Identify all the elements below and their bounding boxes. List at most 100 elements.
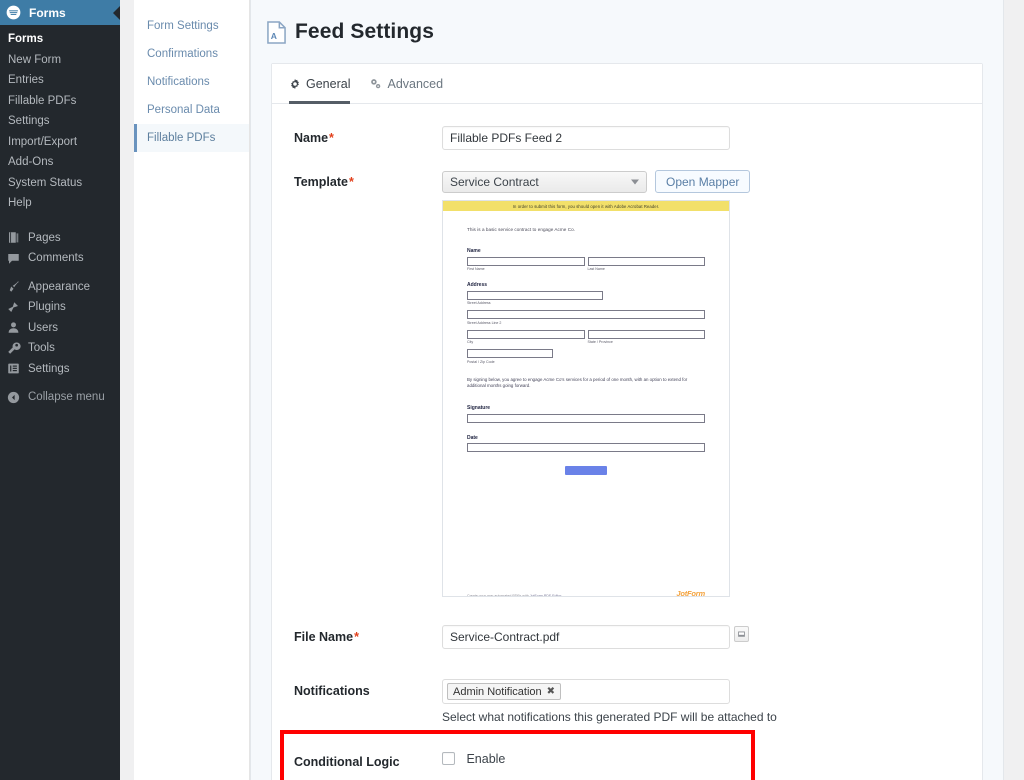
notification-chip[interactable]: Admin Notification ✖ bbox=[447, 683, 562, 700]
main-content: A Feed Settings General Advanced Name* F… bbox=[250, 0, 1004, 780]
conditional-logic-checkbox-label: Enable bbox=[466, 751, 506, 766]
pdf-input-box bbox=[467, 413, 705, 423]
feed-subnav: Form Settings Confirmations Notification… bbox=[134, 0, 250, 780]
subnav-item-personal-data[interactable]: Personal Data bbox=[134, 96, 249, 124]
chip-label: Admin Notification bbox=[453, 685, 542, 698]
field-row-conditional-logic: Conditional Logic Enable bbox=[272, 750, 982, 769]
collapse-arrow-icon bbox=[7, 391, 20, 403]
subnav-item-form-settings[interactable]: Form Settings bbox=[134, 12, 249, 40]
sidebar-item-comments[interactable]: Comments bbox=[0, 248, 120, 269]
sidebar-divider bbox=[0, 220, 120, 228]
pdf-footer-text: Create your own automated PDFs with JotF… bbox=[467, 594, 562, 597]
sidebar-item-help[interactable]: Help bbox=[0, 193, 120, 214]
subnav-item-label: Confirmations bbox=[147, 48, 218, 60]
sidebar-item-tools[interactable]: Tools bbox=[0, 338, 120, 359]
sidebar-item-import-export[interactable]: Import/Export bbox=[0, 132, 120, 153]
chevron-down-icon bbox=[631, 179, 639, 184]
pdf-footer: Create your own automated PDFs with JotF… bbox=[467, 589, 705, 597]
sidebar-forms-submenu: Forms New Form Entries Fillable PDFs Set… bbox=[0, 25, 120, 220]
conditional-logic-checkbox[interactable] bbox=[442, 752, 455, 766]
pdf-last-name-col: Last Name bbox=[587, 256, 705, 277]
sidebar-item-label: Help bbox=[8, 197, 32, 210]
pdf-first-name-col: First Name bbox=[467, 256, 585, 277]
pdf-caption: Street Address Line 2 bbox=[467, 320, 502, 325]
field-wrap-notifications: Admin Notification ✖ Select what notific… bbox=[442, 679, 982, 724]
screen-root: Forms Forms New Form Entries Fillable PD… bbox=[0, 0, 1024, 780]
sidebar-item-label: Plugins bbox=[28, 301, 66, 314]
subnav-item-label: Fillable PDFs bbox=[147, 132, 216, 144]
feed-settings-card: General Advanced Name* Fillable PDFs Fee… bbox=[271, 63, 983, 780]
field-row-name: Name* bbox=[272, 126, 982, 150]
appearance-brush-icon bbox=[9, 281, 19, 292]
merge-tag-glyph bbox=[738, 631, 745, 637]
comments-icon bbox=[8, 253, 19, 264]
gears-sliders-icon bbox=[371, 78, 381, 88]
pdf-name-heading: Name bbox=[467, 248, 481, 254]
tab-general[interactable]: General bbox=[289, 64, 351, 104]
pdf-input-box bbox=[467, 290, 603, 300]
subnav-item-notifications[interactable]: Notifications bbox=[134, 68, 249, 96]
sidebar-item-pages[interactable]: Pages bbox=[0, 228, 120, 249]
notifications-multiselect[interactable]: Admin Notification ✖ bbox=[442, 679, 730, 704]
name-input[interactable] bbox=[442, 126, 730, 150]
page-title-text: Feed Settings bbox=[295, 20, 434, 43]
subnav-item-fillable-pdfs[interactable]: Fillable PDFs bbox=[134, 124, 249, 152]
gravity-forms-icon bbox=[6, 5, 21, 20]
merge-tag-icon[interactable] bbox=[734, 626, 749, 642]
sidebar-header-forms[interactable]: Forms bbox=[0, 0, 120, 25]
sidebar-item-label: Import/Export bbox=[8, 135, 78, 148]
pdf-agreement-paragraph: By signing below, you agree to engage Ac… bbox=[467, 376, 688, 388]
sidebar-item-users[interactable]: Users bbox=[0, 318, 120, 339]
sidebar-item-entries[interactable]: Entries bbox=[0, 70, 120, 91]
sidebar-item-label: Tools bbox=[28, 342, 55, 355]
sidebar-item-label: Pages bbox=[28, 231, 61, 244]
sidebar-item-plugins[interactable]: Plugins bbox=[0, 297, 120, 318]
pdf-footer-prefix: Create your own automated PDFs with bbox=[467, 594, 530, 597]
file-name-input[interactable] bbox=[442, 625, 730, 649]
gear-icon bbox=[291, 78, 299, 89]
required-marker: * bbox=[354, 630, 359, 644]
field-wrap-file-name bbox=[442, 625, 982, 649]
sidebar-item-system-status[interactable]: System Status bbox=[0, 173, 120, 194]
sidebar-item-label: Appearance bbox=[28, 280, 91, 293]
pdf-input-box bbox=[467, 310, 705, 319]
template-selected-value: Service Contract bbox=[450, 174, 539, 189]
subnav-item-label: Form Settings bbox=[147, 20, 219, 32]
sidebar-item-forms[interactable]: Forms bbox=[0, 29, 120, 50]
tab-bar: General Advanced bbox=[272, 64, 982, 104]
label-text: Notifications bbox=[294, 684, 370, 698]
sidebar-item-collapse-menu[interactable]: Collapse menu bbox=[0, 387, 120, 408]
pdf-input-box bbox=[587, 329, 705, 339]
sidebar-item-new-form[interactable]: New Form bbox=[0, 50, 120, 71]
pdf-street2-col bbox=[467, 310, 705, 319]
tab-label: Advanced bbox=[387, 76, 444, 91]
subnav-item-confirmations[interactable]: Confirmations bbox=[134, 40, 249, 68]
pdf-caption: City bbox=[467, 340, 474, 344]
sidebar-item-settings[interactable]: Settings bbox=[0, 111, 120, 132]
sidebar-item-label: Collapse menu bbox=[28, 391, 105, 404]
sidebar-item-wp-settings[interactable]: Settings bbox=[0, 359, 120, 380]
tab-advanced[interactable]: Advanced bbox=[370, 64, 443, 104]
sidebar-item-label: Fillable PDFs bbox=[8, 94, 77, 107]
subnav-item-label: Personal Data bbox=[147, 104, 220, 116]
pdf-city-col: City bbox=[467, 329, 585, 350]
open-mapper-button[interactable]: Open Mapper bbox=[655, 170, 751, 193]
remove-chip-icon[interactable]: ✖ bbox=[547, 686, 555, 697]
users-icon bbox=[8, 322, 19, 333]
subnav-item-label: Notifications bbox=[147, 76, 210, 88]
sidebar-item-fillable-pdfs[interactable]: Fillable PDFs bbox=[0, 91, 120, 112]
sidebar-divider-2 bbox=[0, 269, 120, 277]
sidebar-item-label: Forms bbox=[8, 33, 44, 46]
template-select[interactable]: Service Contract bbox=[442, 170, 647, 193]
notifications-helper-text: Select what notifications this generated… bbox=[442, 710, 777, 724]
pdf-footer-link[interactable]: JotForm PDF Editor bbox=[530, 594, 562, 596]
pdf-zip-col bbox=[467, 349, 553, 358]
pdf-caption: Last Name bbox=[587, 267, 605, 271]
sidebar-item-appearance[interactable]: Appearance bbox=[0, 277, 120, 298]
pdf-template-preview: In order to submit this form, you should… bbox=[442, 200, 730, 597]
pdf-name-fields: First Name Last Name bbox=[467, 256, 705, 277]
pdf-street-col bbox=[467, 290, 603, 300]
pdf-input-box bbox=[467, 256, 585, 266]
tools-wrench-icon bbox=[8, 342, 21, 354]
sidebar-item-add-ons[interactable]: Add-Ons bbox=[0, 152, 120, 173]
